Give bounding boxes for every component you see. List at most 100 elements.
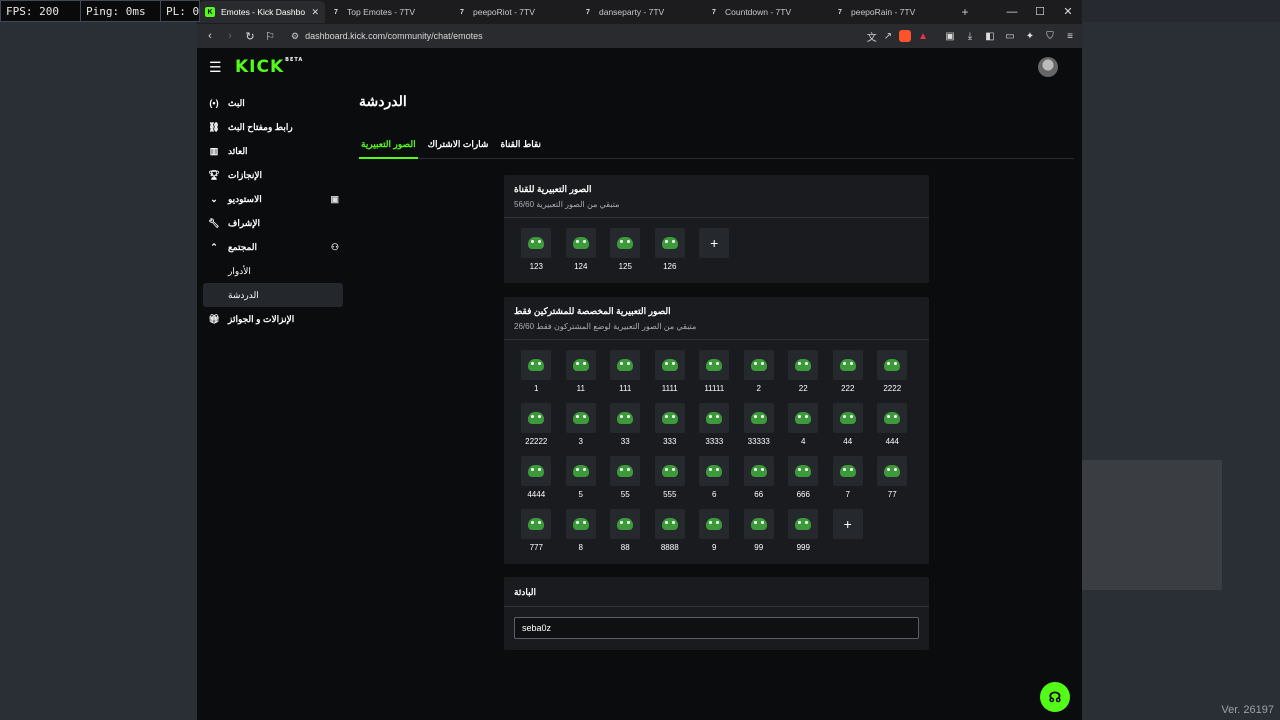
prefix-card: البادئة seba0z — [504, 577, 929, 650]
emote-thumbnail — [699, 403, 730, 433]
emote-item[interactable]: 99 — [737, 509, 782, 562]
leo-ai-icon[interactable]: ✦ — [1024, 31, 1036, 42]
emote-item[interactable]: 33 — [603, 403, 648, 456]
emote-item[interactable]: 55 — [603, 456, 648, 509]
emote-item[interactable]: 44 — [826, 403, 871, 456]
sidebar-item-chat[interactable]: الدردشة — [203, 283, 343, 307]
emote-item[interactable]: 123 — [514, 228, 559, 281]
emote-item[interactable]: 126 — [648, 228, 693, 281]
emote-item[interactable]: 7 — [826, 456, 871, 509]
sidebar-item-achievements[interactable]: 🏆︎ الإنجازات — [203, 163, 343, 187]
browser-window: K Emotes - Kick Dashboard ✕ 7 Top Emotes… — [197, 0, 1082, 720]
emote-item[interactable]: 4444 — [514, 456, 559, 509]
wallet-icon[interactable]: ▭ — [1004, 31, 1016, 42]
emote-label: 77 — [887, 490, 897, 499]
share-icon[interactable]: ↗ — [884, 31, 892, 42]
minimize-button[interactable]: — — [998, 0, 1026, 24]
emote-item[interactable]: 9 — [692, 509, 737, 562]
brave-rewards-icon[interactable]: ▲ — [918, 31, 928, 42]
translate-icon[interactable]: 文 — [867, 29, 877, 44]
emote-item[interactable]: 6 — [692, 456, 737, 509]
forward-button[interactable]: › — [223, 29, 237, 43]
emote-thumbnail — [832, 456, 863, 486]
emote-item[interactable]: 11111 — [692, 350, 737, 403]
emote-thumbnail — [521, 456, 552, 486]
emote-item[interactable]: 8 — [559, 509, 604, 562]
address-bar[interactable]: ⚙ dashboard.kick.com/community/chat/emot… — [283, 27, 861, 45]
screenshot-icon[interactable]: ▣ — [944, 31, 956, 42]
emote-item[interactable]: 88 — [603, 509, 648, 562]
browser-tab-emotes[interactable]: K Emotes - Kick Dashboard ✕ — [199, 1, 325, 23]
emote-item[interactable]: 222 — [826, 350, 871, 403]
browser-tab-peeporiot[interactable]: 7 peepoRiot - 7TV — [451, 1, 577, 23]
prefix-input[interactable]: seba0z — [514, 617, 919, 639]
sidebar-item-revenue[interactable]: ▥ العائد — [203, 139, 343, 163]
emote-item[interactable]: 666 — [781, 456, 826, 509]
background-app-left — [0, 22, 197, 720]
emote-item[interactable]: 111 — [603, 350, 648, 403]
sidebar-item-drops[interactable]: 🎁︎ الإنزالات و الجوائز — [203, 307, 343, 331]
emote-item[interactable]: 124 — [559, 228, 604, 281]
user-avatar[interactable] — [1038, 57, 1058, 77]
emote-item[interactable]: 777 — [514, 509, 559, 562]
browser-tab-top-emotes[interactable]: 7 Top Emotes - 7TV — [325, 1, 451, 23]
bookmark-icon[interactable]: ⚐ — [263, 29, 277, 43]
back-button[interactable]: ‹ — [203, 29, 217, 43]
emote-label: 1 — [534, 384, 539, 393]
sidebar-item-stream[interactable]: (•) البث — [203, 91, 343, 115]
add-emote-button[interactable]: + — [692, 228, 737, 281]
emote-item[interactable]: 2222 — [870, 350, 915, 403]
emote-item[interactable]: 555 — [648, 456, 693, 509]
emote-item[interactable]: 33333 — [737, 403, 782, 456]
kick-dashboard-page: ☰ KICKBETA (•) البث ⛓ رابط ومفتاح البث ▥… — [197, 48, 1082, 720]
sidebar-item-community[interactable]: ⌃ المجتمع ⚇ — [203, 235, 343, 259]
emote-item[interactable]: 3333 — [692, 403, 737, 456]
downloads-icon[interactable]: ⤓ — [964, 31, 976, 42]
tab-sub-badges[interactable]: شارات الاشتراك — [426, 131, 491, 159]
emote-item[interactable]: 3 — [559, 403, 604, 456]
tab-channel-points[interactable]: نقاط القناة — [498, 131, 543, 159]
hamburger-menu-icon[interactable]: ☰ — [209, 59, 225, 76]
close-window-button[interactable]: ✕ — [1054, 0, 1082, 24]
brave-shields-icon[interactable] — [899, 30, 912, 42]
emote-item[interactable]: 1111 — [648, 350, 693, 403]
emote-item[interactable]: 4 — [781, 403, 826, 456]
emote-thumbnail — [788, 403, 819, 433]
site-info-icon[interactable]: ⚙ — [291, 31, 299, 42]
emote-item[interactable]: 333 — [648, 403, 693, 456]
pepe-emote-icon — [572, 465, 589, 477]
sidebar-item-stream-key[interactable]: ⛓ رابط ومفتاح البث — [203, 115, 343, 139]
browser-tab-peeporain[interactable]: 7 peepoRain - 7TV — [829, 1, 955, 23]
menu-icon[interactable]: ≡ — [1064, 31, 1076, 42]
pepe-emote-icon — [839, 465, 856, 477]
emote-item[interactable]: 11 — [559, 350, 604, 403]
sidebar-toggle-icon[interactable]: ◧ — [984, 31, 996, 42]
sidebar-item-moderation[interactable]: 🔧︎ الإشراف — [203, 211, 343, 235]
emote-item[interactable]: 66 — [737, 456, 782, 509]
emote-item[interactable]: 125 — [603, 228, 648, 281]
emote-item[interactable]: 22222 — [514, 403, 559, 456]
add-emote-button[interactable]: + — [826, 509, 871, 562]
support-chat-button[interactable]: ☊ — [1040, 682, 1070, 712]
sidebar-item-roles[interactable]: الأدوار — [203, 259, 343, 283]
emote-item[interactable]: 22 — [781, 350, 826, 403]
emote-item[interactable]: 5 — [559, 456, 604, 509]
emote-item[interactable]: 2 — [737, 350, 782, 403]
navigation-bar: ‹ › ↻ ⚐ ⚙ dashboard.kick.com/community/c… — [197, 24, 1082, 48]
browser-tab-danseparty[interactable]: 7 danseparty - 7TV — [577, 1, 703, 23]
sidebar-item-studio[interactable]: ⌄ الاستوديو ▣ — [203, 187, 343, 211]
emote-item[interactable]: 77 — [870, 456, 915, 509]
new-tab-button[interactable]: + — [955, 5, 975, 19]
reload-button[interactable]: ↻ — [243, 29, 257, 43]
emote-thumbnail — [654, 403, 685, 433]
emote-item[interactable]: 1 — [514, 350, 559, 403]
close-tab-icon[interactable]: ✕ — [311, 7, 319, 18]
vpn-icon[interactable]: ⛉ — [1044, 31, 1056, 42]
emote-item[interactable]: 8888 — [648, 509, 693, 562]
emote-item[interactable]: 999 — [781, 509, 826, 562]
maximize-button[interactable]: ☐ — [1026, 0, 1054, 24]
tab-emotes[interactable]: الصور التعبيرية — [359, 131, 418, 159]
emote-item[interactable]: 444 — [870, 403, 915, 456]
browser-tab-countdown[interactable]: 7 Countdown - 7TV — [703, 1, 829, 23]
kick-logo[interactable]: KICKBETA — [235, 57, 303, 77]
